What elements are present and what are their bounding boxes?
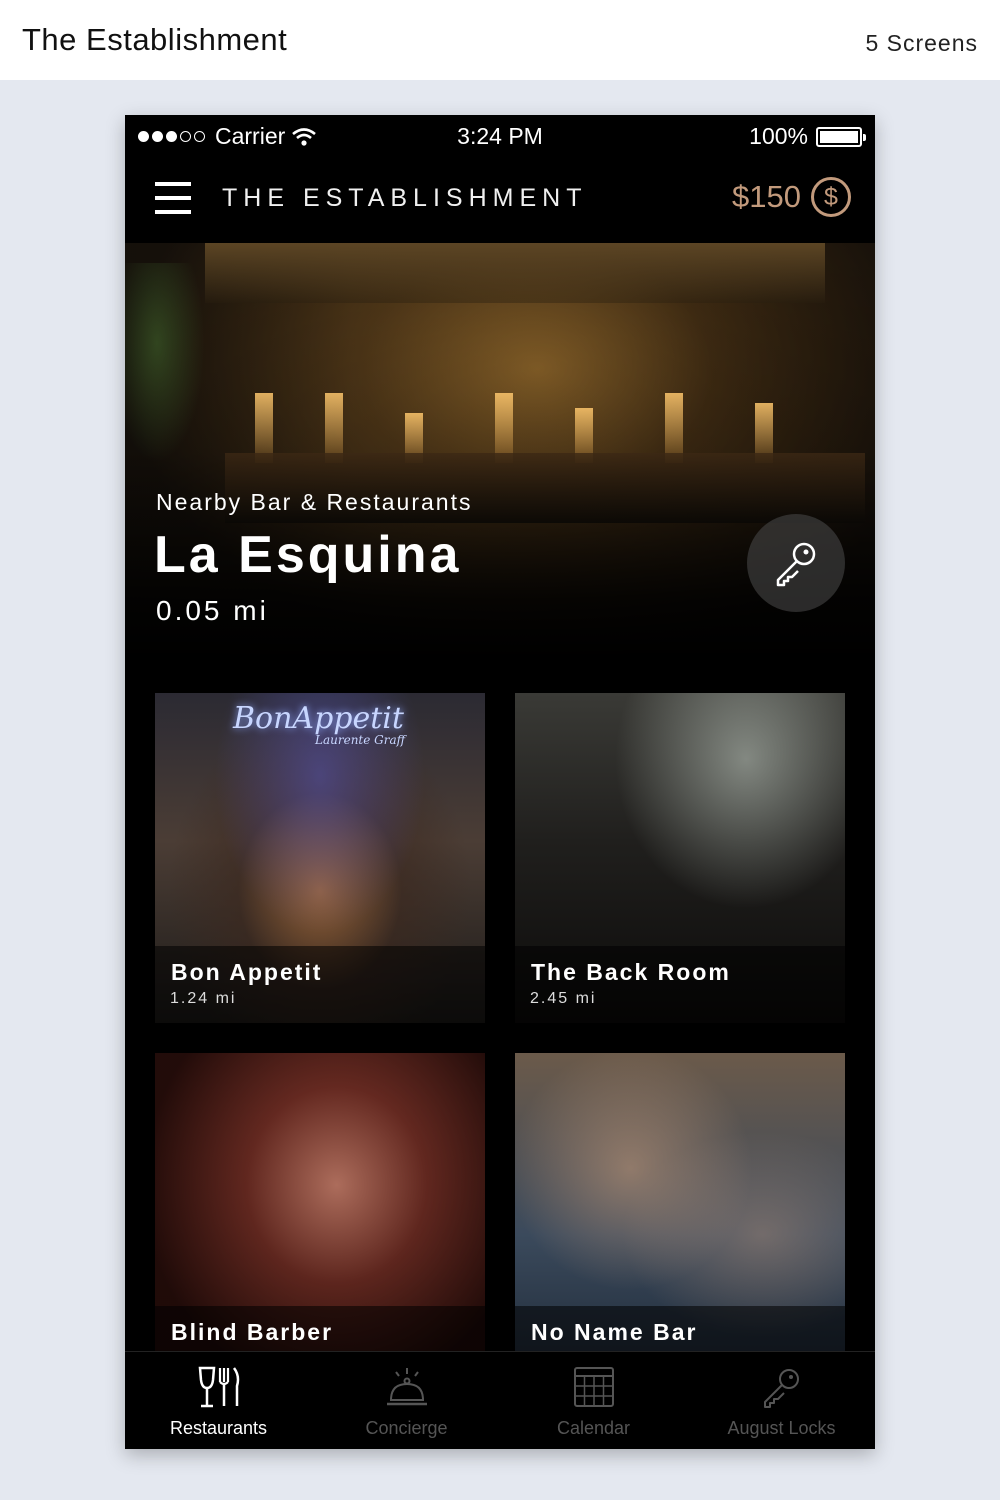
phone-screen: Carrier 3:24 PM 100% THE ESTABLISHMENT $… <box>125 115 875 1449</box>
nav-bar: THE ESTABLISHMENT $150 $ <box>125 157 875 243</box>
featured-subtitle: Nearby Bar & Restaurants <box>156 489 473 515</box>
featured-name: La Esquina <box>154 526 462 584</box>
coin-icon: $ <box>811 177 851 217</box>
tab-concierge[interactable]: Concierge <box>313 1352 500 1449</box>
tab-august-locks[interactable]: August Locks <box>688 1352 875 1449</box>
screen-count: 5 Screens <box>865 30 978 56</box>
neon-sign: BonAppetit <box>233 701 404 736</box>
balance-amount: $150 <box>732 179 801 214</box>
venue-card-no-name-bar[interactable]: No Name Bar <box>515 1053 845 1383</box>
tab-restaurants[interactable]: Restaurants <box>125 1352 312 1449</box>
status-bar: Carrier 3:24 PM 100% <box>125 115 875 157</box>
page-header: The Establishment 5 Screens <box>0 0 1000 80</box>
key-icon <box>776 542 816 587</box>
neon-sign-sub: Laurente Graff <box>315 733 406 747</box>
tab-bar: Restaurants Concierge Calendar August Lo… <box>125 1351 875 1449</box>
venue-name: The Back Room <box>531 959 731 985</box>
venue-name: Bon Appetit <box>171 959 323 985</box>
tab-label: Calendar <box>556 1418 631 1438</box>
venue-name: No Name Bar <box>531 1319 698 1345</box>
tab-label: Restaurants <box>169 1418 268 1438</box>
battery-info: 100% <box>749 123 866 150</box>
hero-ceiling <box>205 243 825 303</box>
battery-percent: 100% <box>749 123 808 149</box>
concierge-bell-icon <box>386 1368 427 1406</box>
venue-card-back-room[interactable]: The Back Room 2.45 mi <box>515 693 845 1023</box>
balance-button[interactable]: $150 $ <box>732 177 851 217</box>
venue-distance: 2.45 mi <box>530 990 597 1007</box>
tab-label: August Locks <box>727 1418 836 1438</box>
hero-lights <box>235 373 815 463</box>
calendar-icon <box>573 1367 614 1407</box>
unlock-key-button[interactable] <box>747 514 845 612</box>
featured-distance: 0.05 mi <box>156 595 269 626</box>
featured-venue[interactable]: Nearby Bar & Restaurants La Esquina 0.05… <box>125 243 875 663</box>
venue-card-blind-barber[interactable]: Blind Barber <box>155 1053 485 1383</box>
hero-plant <box>125 263 205 463</box>
venue-name: Blind Barber <box>171 1319 334 1345</box>
venue-distance: 1.24 mi <box>170 990 237 1007</box>
battery-icon <box>816 126 866 147</box>
brand-logo: THE ESTABLISHMENT <box>222 184 588 212</box>
menu-icon[interactable] <box>155 182 191 214</box>
restaurant-icon <box>198 1366 239 1408</box>
tab-label: Concierge <box>365 1418 448 1438</box>
tab-calendar[interactable]: Calendar <box>500 1352 687 1449</box>
page-title: The Establishment <box>22 22 288 57</box>
key-icon <box>763 1369 799 1408</box>
venue-card-bon-appetit[interactable]: BonAppetit Laurente Graff Bon Appetit 1.… <box>155 693 485 1023</box>
